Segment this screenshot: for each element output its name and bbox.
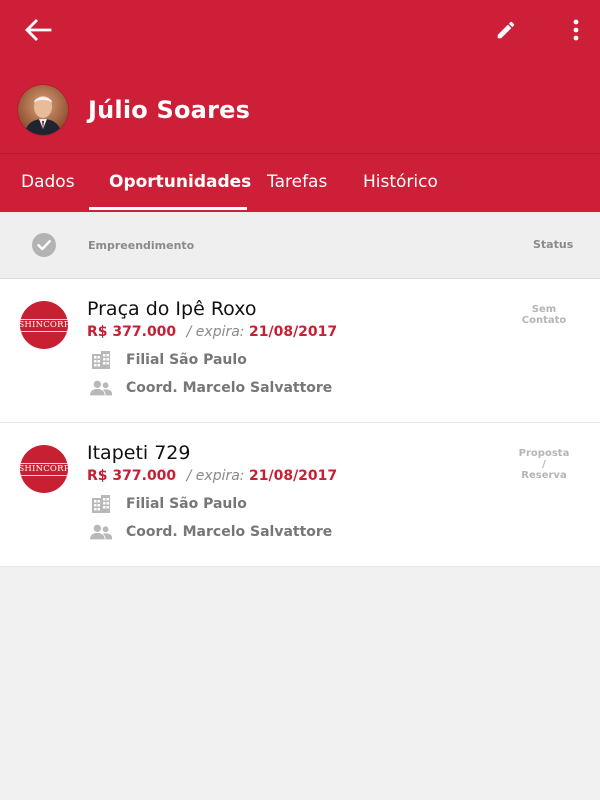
expiry-date: 21/08/2017 xyxy=(248,324,338,340)
avatar xyxy=(18,85,68,135)
list-column-header: Empreendimento Status xyxy=(0,212,600,279)
tab-tarefas[interactable]: Tarefas xyxy=(267,154,327,212)
coord-text: Coord. Marcelo Salvattore xyxy=(126,380,333,396)
price-row: R$ 377.000 / expira: 21/08/2017 xyxy=(87,324,337,340)
opportunity-title: Itapeti 729 xyxy=(87,442,191,464)
tab-historico[interactable]: Histórico xyxy=(363,154,438,212)
person-name: Júlio Soares xyxy=(88,96,251,124)
building-icon xyxy=(90,494,112,514)
column-empreendimento: Empreendimento xyxy=(88,239,195,252)
edit-button[interactable] xyxy=(486,12,526,52)
check-circle-icon xyxy=(31,233,57,262)
opportunity-card[interactable]: SHINCORP Praça do Ipê Roxo R$ 377.000 / … xyxy=(0,279,600,423)
building-icon xyxy=(90,350,112,370)
people-icon xyxy=(90,522,112,542)
select-all-checkbox[interactable] xyxy=(31,232,57,258)
people-icon xyxy=(90,378,112,398)
profile: Júlio Soares xyxy=(18,84,250,136)
status-badge: Proposta / Reserva xyxy=(518,448,570,481)
coord-row: Coord. Marcelo Salvattore xyxy=(90,522,332,542)
arrow-back-icon xyxy=(24,18,52,46)
expira-label: / expira: xyxy=(186,324,245,340)
toolbar xyxy=(0,0,600,64)
more-vertical-icon xyxy=(572,19,580,45)
company-logo: SHINCORP xyxy=(20,445,68,493)
column-status: Status xyxy=(533,238,574,251)
filial-row: Filial São Paulo xyxy=(90,494,247,514)
coord-text: Coord. Marcelo Salvattore xyxy=(126,524,333,540)
price-row: R$ 377.000 / expira: 21/08/2017 xyxy=(87,468,337,484)
company-logo: SHINCORP xyxy=(20,301,68,349)
expiry-date: 21/08/2017 xyxy=(248,468,338,484)
tab-oportunidades[interactable]: Oportunidades xyxy=(109,154,251,212)
status-badge: Sem Contato xyxy=(521,304,567,326)
active-tab-indicator xyxy=(89,207,247,210)
filial-text: Filial São Paulo xyxy=(126,352,247,368)
price: R$ 377.000 xyxy=(87,324,177,340)
tab-bar: Dados Oportunidades Tarefas Histórico xyxy=(0,154,600,212)
opportunity-title: Praça do Ipê Roxo xyxy=(87,298,257,320)
back-button[interactable] xyxy=(18,14,58,50)
app-header: Júlio Soares Dados Oportunidades Tarefas… xyxy=(0,0,600,212)
opportunity-card[interactable]: SHINCORP Itapeti 729 R$ 377.000 / expira… xyxy=(0,423,600,567)
filial-text: Filial São Paulo xyxy=(126,496,247,512)
more-options-button[interactable] xyxy=(560,12,592,52)
filial-row: Filial São Paulo xyxy=(90,350,247,370)
pencil-icon xyxy=(495,19,517,45)
tab-dados[interactable]: Dados xyxy=(21,154,75,212)
price: R$ 377.000 xyxy=(87,468,177,484)
expira-label: / expira: xyxy=(186,468,245,484)
coord-row: Coord. Marcelo Salvattore xyxy=(90,378,332,398)
